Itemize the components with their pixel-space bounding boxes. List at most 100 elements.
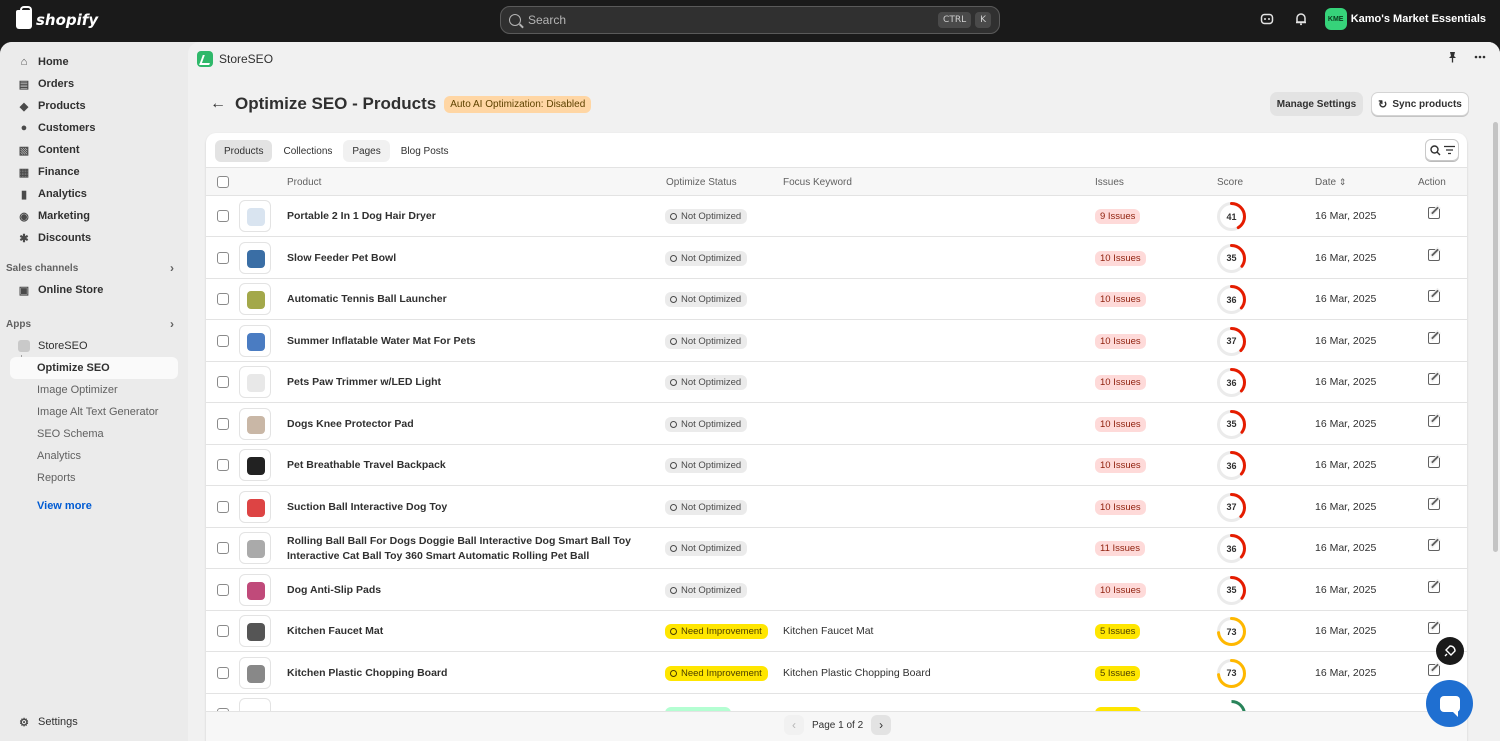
edit-icon[interactable] [1428, 414, 1440, 427]
bell-icon[interactable] [1291, 9, 1311, 29]
row-checkbox[interactable] [217, 334, 229, 347]
issues-badge[interactable]: 10 Issues [1095, 416, 1146, 432]
product-name[interactable]: Dogs Knee Protector Pad [287, 417, 647, 432]
issues-badge[interactable]: 5 Issues [1095, 665, 1141, 681]
pin-icon[interactable] [1447, 51, 1458, 66]
table-row[interactable]: Automatic Tennis Ball Launcher Not Optim… [206, 279, 1467, 320]
store-menu[interactable]: KME Kamo's Market Essentials [1324, 8, 1486, 30]
search-filter-button[interactable] [1425, 139, 1459, 161]
sidebar-item-discounts[interactable]: ✱ Discounts [10, 227, 178, 249]
header-date[interactable]: Date ⇕ [1315, 177, 1346, 188]
sidebar-subitem-image-alt-text-generator[interactable]: Image Alt Text Generator [10, 401, 178, 423]
next-page-button[interactable]: › [871, 715, 892, 735]
table-row[interactable]: Slow Feeder Pet Bowl Not Optimized 10 Is… [206, 238, 1467, 279]
sidekick-icon[interactable] [1257, 9, 1277, 29]
page-scrollbar[interactable] [1493, 122, 1498, 552]
rocket-icon-button[interactable] [1436, 637, 1464, 665]
sidebar-subitem-analytics[interactable]: Analytics [10, 445, 178, 467]
issues-badge[interactable]: 9 Issues [1095, 209, 1141, 224]
edit-icon[interactable] [1428, 539, 1440, 551]
row-checkbox[interactable] [217, 542, 229, 554]
issues-badge[interactable]: 10 Issues [1095, 333, 1146, 349]
sidebar-subitem-image-optimizer[interactable]: Image Optimizer [10, 379, 178, 401]
table-row[interactable]: Pet Breathable Travel Backpack Not Optim… [206, 445, 1467, 486]
issues-badge[interactable]: 10 Issues [1095, 458, 1146, 473]
edit-icon[interactable] [1428, 207, 1440, 219]
back-arrow-icon[interactable]: ← [210, 95, 226, 113]
shopify-logo[interactable]: shopify [16, 6, 98, 29]
table-row[interactable]: Portable 2 In 1 Dog Hair Dryer Not Optim… [206, 196, 1467, 237]
search-input[interactable]: Search CTRL K [500, 6, 1000, 34]
view-more-link[interactable]: View more [10, 495, 178, 517]
issues-badge[interactable]: 10 Issues [1095, 582, 1146, 598]
tab-collections[interactable]: Collections [274, 140, 341, 162]
product-name[interactable]: Automatic Tennis Ball Launcher [287, 292, 647, 307]
sidebar-item-marketing[interactable]: ◉ Marketing [10, 205, 178, 227]
edit-icon[interactable] [1428, 622, 1440, 634]
product-name[interactable]: Kitchen Faucet Mat [287, 624, 647, 639]
select-all-checkbox[interactable] [217, 176, 229, 188]
table-row[interactable]: Suction Ball Interactive Dog Toy Not Opt… [206, 487, 1467, 528]
product-name[interactable]: Portable 2 In 1 Dog Hair Dryer [287, 209, 647, 224]
edit-icon[interactable] [1428, 456, 1440, 468]
edit-icon[interactable] [1428, 497, 1440, 510]
issues-badge[interactable]: 5 Issues [1095, 624, 1141, 639]
chat-support-button[interactable] [1426, 680, 1473, 727]
table-row[interactable]: Dog Anti-Slip Pads Not Optimized 10 Issu… [206, 570, 1467, 611]
sidebar-item-customers[interactable]: ● Customers [10, 117, 178, 139]
tab-blog-posts[interactable]: Blog Posts [392, 140, 458, 162]
sidebar-subitem-optimize-seo[interactable]: Optimize SEO [10, 357, 178, 379]
sidebar-item-analytics[interactable]: ▮ Analytics [10, 183, 178, 205]
sidebar-item-storeseo[interactable]: StoreSEO [10, 335, 178, 357]
product-name[interactable]: Summer Inflatable Water Mat For Pets [287, 334, 647, 349]
sidebar-item-content[interactable]: ▧ Content [10, 139, 178, 161]
sidebar-item-products[interactable]: ◆ Products [10, 95, 178, 117]
product-name[interactable]: Pets Paw Trimmer w/LED Light [287, 375, 647, 390]
product-name[interactable]: Slow Feeder Pet Bowl [287, 251, 647, 266]
tab-pages[interactable]: Pages [343, 140, 390, 162]
sidebar-item-orders[interactable]: ▤ Orders [10, 73, 178, 95]
sidebar-item-finance[interactable]: ▦ Finance [10, 161, 178, 183]
table-row[interactable]: Kitchen Plastic Chopping Board Need Impr… [206, 653, 1467, 694]
table-row[interactable]: Summer Inflatable Water Mat For Pets Not… [206, 321, 1467, 362]
sales-channels-section[interactable]: Sales channels › [6, 258, 178, 278]
sidebar-item-home[interactable]: ⌂ Home [10, 51, 178, 73]
product-name[interactable]: Dog Anti-Slip Pads [287, 583, 647, 598]
table-row[interactable]: Dogs Knee Protector Pad Not Optimized 10… [206, 404, 1467, 445]
row-checkbox[interactable] [217, 500, 229, 513]
row-checkbox[interactable] [217, 583, 229, 596]
row-checkbox[interactable] [217, 417, 229, 430]
issues-badge[interactable]: 10 Issues [1095, 292, 1146, 307]
sidebar-item-online-store[interactable]: ▣ Online Store [10, 279, 178, 301]
edit-icon[interactable] [1428, 331, 1440, 344]
table-row[interactable]: Pets Paw Trimmer w/LED Light Not Optimiz… [206, 362, 1467, 403]
row-checkbox[interactable] [217, 210, 229, 222]
tab-products[interactable]: Products [215, 140, 273, 162]
issues-badge[interactable]: 10 Issues [1095, 250, 1146, 266]
manage-settings-button[interactable]: Manage Settings [1270, 92, 1363, 116]
edit-icon[interactable] [1428, 248, 1440, 261]
sidebar-subitem-reports[interactable]: Reports [10, 467, 178, 489]
row-checkbox[interactable] [217, 251, 229, 264]
edit-icon[interactable] [1428, 373, 1440, 385]
previous-page-button[interactable]: ‹ [784, 715, 804, 735]
row-checkbox[interactable] [217, 625, 229, 637]
product-name[interactable]: Rolling Ball Ball For Dogs Doggie Ball I… [287, 534, 647, 564]
issues-badge[interactable]: 10 Issues [1095, 499, 1146, 515]
edit-icon[interactable] [1428, 663, 1440, 676]
issues-badge[interactable]: 11 Issues [1095, 541, 1145, 556]
table-row[interactable]: Rolling Ball Ball For Dogs Doggie Ball I… [206, 528, 1467, 569]
sidebar-item-settings[interactable]: ⚙ Settings [10, 711, 178, 733]
row-checkbox[interactable] [217, 376, 229, 388]
edit-icon[interactable] [1428, 290, 1440, 302]
apps-section[interactable]: Apps › [6, 314, 178, 334]
row-checkbox[interactable] [217, 666, 229, 679]
product-name[interactable]: Kitchen Plastic Chopping Board [287, 666, 647, 681]
issues-badge[interactable]: 10 Issues [1095, 375, 1146, 390]
more-options-icon[interactable] [1474, 51, 1486, 66]
row-checkbox[interactable] [217, 459, 229, 471]
table-row[interactable]: Kitchen Faucet Mat Need Improvement Kitc… [206, 611, 1467, 652]
sidebar-subitem-seo-schema[interactable]: SEO Schema [10, 423, 178, 445]
product-name[interactable]: Pet Breathable Travel Backpack [287, 458, 647, 473]
row-checkbox[interactable] [217, 293, 229, 305]
